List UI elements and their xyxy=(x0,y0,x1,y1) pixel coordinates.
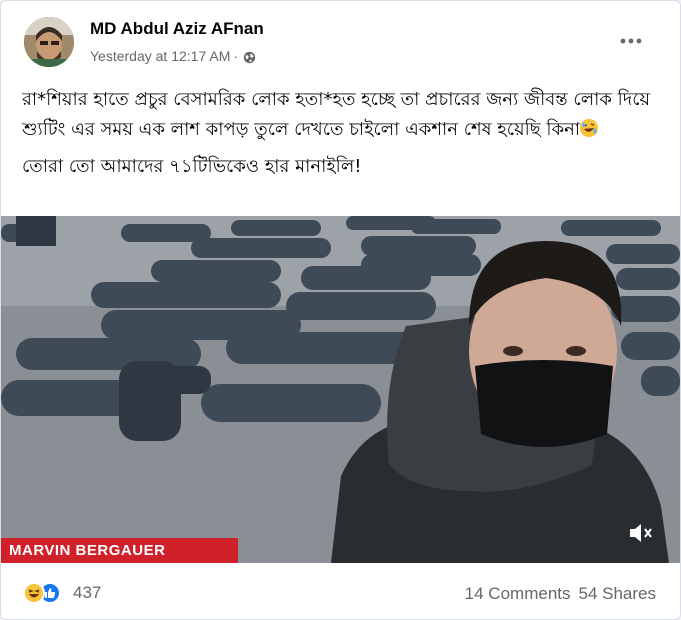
shares-count-link[interactable]: 54 Shares xyxy=(579,584,657,603)
rolling-on-floor-laughing-emoji-icon xyxy=(580,119,599,137)
post-text-line1: রা*শিয়ার হাতে প্রচুর বেসামরিক লোক হতা*হ… xyxy=(22,89,651,140)
meta-separator: · xyxy=(233,48,239,64)
more-options-icon[interactable] xyxy=(613,29,649,53)
video-lower-third: MARVIN BERGAUER xyxy=(9,542,166,559)
post-meta: Yesterday at 12:17 AM · xyxy=(90,48,256,67)
post-text-paragraph-1: রা*শিয়ার হাতে প্রচুর বেসামরিক লোক হতা*হ… xyxy=(22,85,662,145)
post-body: রা*শিয়ার হাতে প্রচুর বেসামরিক লোক হতা*হ… xyxy=(22,85,662,189)
comments-count-link[interactable]: 14 Comments xyxy=(465,584,571,603)
author-avatar[interactable] xyxy=(24,17,74,67)
reaction-count: 437 xyxy=(73,583,102,602)
video-player[interactable]: MARVIN BERGAUER xyxy=(1,216,680,563)
globe-icon[interactable] xyxy=(243,51,256,67)
post-card: MD Abdul Aziz AFnan Yesterday at 12:17 A… xyxy=(0,0,681,620)
haha-reaction-icon xyxy=(23,582,45,604)
post-stats: 14 Comments 54 Shares xyxy=(465,584,656,604)
author-name[interactable]: MD Abdul Aziz AFnan xyxy=(90,19,264,39)
reactions-summary[interactable]: 437 xyxy=(23,579,101,607)
post-timestamp[interactable]: Yesterday at 12:17 AM xyxy=(90,48,230,64)
post-text-paragraph-2: তোরা তো আমাদের ৭১টিভিকেও হার মানাইলি! xyxy=(22,156,362,177)
speaker-muted-icon[interactable] xyxy=(623,518,659,548)
post-header: MD Abdul Aziz AFnan Yesterday at 12:17 A… xyxy=(1,1,680,71)
